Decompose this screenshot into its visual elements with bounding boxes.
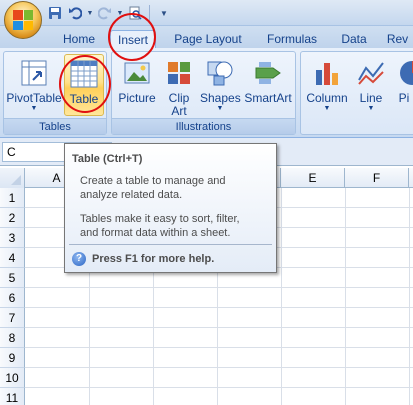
table-row[interactable]	[25, 368, 413, 388]
row-header-2[interactable]: 2	[0, 208, 25, 228]
tab-page-layout[interactable]: Page Layout	[166, 30, 250, 48]
qat-separator	[149, 5, 150, 21]
column-label: Column	[306, 91, 348, 105]
row-header-5[interactable]: 5	[0, 268, 25, 288]
pie-label: Pi	[398, 91, 410, 105]
office-button[interactable]	[4, 1, 42, 39]
select-all-button[interactable]	[0, 168, 25, 188]
charts-group: Column ▼ Line ▼ Pi	[300, 51, 413, 135]
row-header-8[interactable]: 8	[0, 328, 25, 348]
column-chart-button[interactable]: Column ▼	[303, 54, 351, 116]
column-header-e[interactable]: E	[281, 168, 345, 188]
line-chart-button[interactable]: Line ▼	[353, 54, 389, 116]
pivottable-button[interactable]: PivotTable ▼	[6, 54, 62, 116]
ribbon-tab-row: Home Insert Page Layout Formulas Data Re…	[0, 26, 413, 48]
quick-access-toolbar: ▼ ▼ ▼	[46, 4, 173, 22]
save-icon[interactable]	[46, 4, 64, 22]
smartart-label: SmartArt	[244, 91, 292, 105]
table-row[interactable]	[25, 388, 413, 405]
table-row[interactable]	[25, 288, 413, 308]
undo-icon[interactable]	[66, 4, 84, 22]
tooltip-text-line3: Tables make it easy to sort, filter,	[80, 213, 240, 225]
customize-qat-icon[interactable]: ▼	[155, 4, 173, 22]
shapes-button[interactable]: Shapes ▼	[200, 54, 241, 116]
annotation-circle-table-button	[59, 55, 111, 113]
row-header-4[interactable]: 4	[0, 248, 25, 268]
annotation-circle-insert-tab	[108, 13, 156, 61]
picture-button[interactable]: Picture	[116, 54, 158, 116]
row-header-6[interactable]: 6	[0, 288, 25, 308]
tab-review[interactable]: Rev	[382, 30, 413, 48]
shapes-label: Shapes	[200, 91, 241, 105]
tab-home[interactable]: Home	[52, 30, 106, 48]
smartart-icon	[253, 58, 283, 88]
illustrations-group-label: Illustrations	[112, 118, 295, 134]
table-row[interactable]	[25, 308, 413, 328]
clip-art-icon	[164, 58, 194, 88]
row-header-7[interactable]: 7	[0, 308, 25, 328]
illustrations-group: Picture Clip Art Shapes ▼ SmartArt Illus…	[111, 51, 296, 135]
column-header-f[interactable]: F	[345, 168, 409, 188]
clip-art-button[interactable]: Clip Art	[162, 54, 196, 118]
chevron-down-icon: ▼	[30, 105, 38, 112]
tooltip-text-line4: and format data within a sheet.	[80, 227, 231, 239]
line-label: Line	[359, 91, 383, 105]
tooltip-text-line1: Create a table to manage and	[80, 175, 226, 187]
table-row[interactable]	[25, 348, 413, 368]
line-chart-icon	[356, 58, 386, 88]
pivottable-label: PivotTable	[6, 91, 62, 105]
chevron-down-icon: ▼	[367, 105, 375, 112]
tooltip-help: ? Press F1 for more help.	[72, 252, 214, 266]
help-icon: ?	[72, 252, 86, 266]
tables-group-label: Tables	[4, 118, 106, 134]
row-header-10[interactable]: 10	[0, 368, 25, 388]
column-chart-icon	[312, 58, 342, 88]
smartart-button[interactable]: SmartArt	[242, 54, 294, 116]
redo-icon[interactable]	[96, 4, 114, 22]
table-tooltip: Table (Ctrl+T) Create a table to manage …	[64, 143, 277, 273]
row-header-9[interactable]: 9	[0, 348, 25, 368]
table-row[interactable]	[25, 328, 413, 348]
title-bar: ▼ ▼ ▼	[0, 0, 413, 26]
picture-icon	[122, 58, 152, 88]
tooltip-divider	[69, 244, 272, 245]
undo-dropdown-icon[interactable]: ▼	[86, 4, 94, 22]
chevron-down-icon: ▼	[323, 105, 331, 112]
tab-data[interactable]: Data	[334, 30, 374, 48]
shapes-icon	[205, 58, 235, 88]
row-header-3[interactable]: 3	[0, 228, 25, 248]
row-header-11[interactable]: 11	[0, 388, 25, 405]
pie-chart-icon	[397, 58, 413, 88]
picture-label: Picture	[118, 91, 156, 105]
tooltip-text-line2: analyze related data.	[80, 189, 183, 201]
pivottable-icon	[19, 58, 49, 88]
office-logo-icon	[13, 10, 33, 30]
tooltip-title: Table (Ctrl+T)	[72, 153, 143, 165]
row-header-1[interactable]: 1	[0, 188, 25, 208]
pie-chart-button[interactable]: Pi	[393, 54, 413, 116]
tooltip-help-text: Press F1 for more help.	[92, 253, 215, 265]
chevron-down-icon: ▼	[216, 105, 224, 112]
tab-formulas[interactable]: Formulas	[258, 30, 326, 48]
clip-art-label-line2: Art	[171, 104, 187, 118]
